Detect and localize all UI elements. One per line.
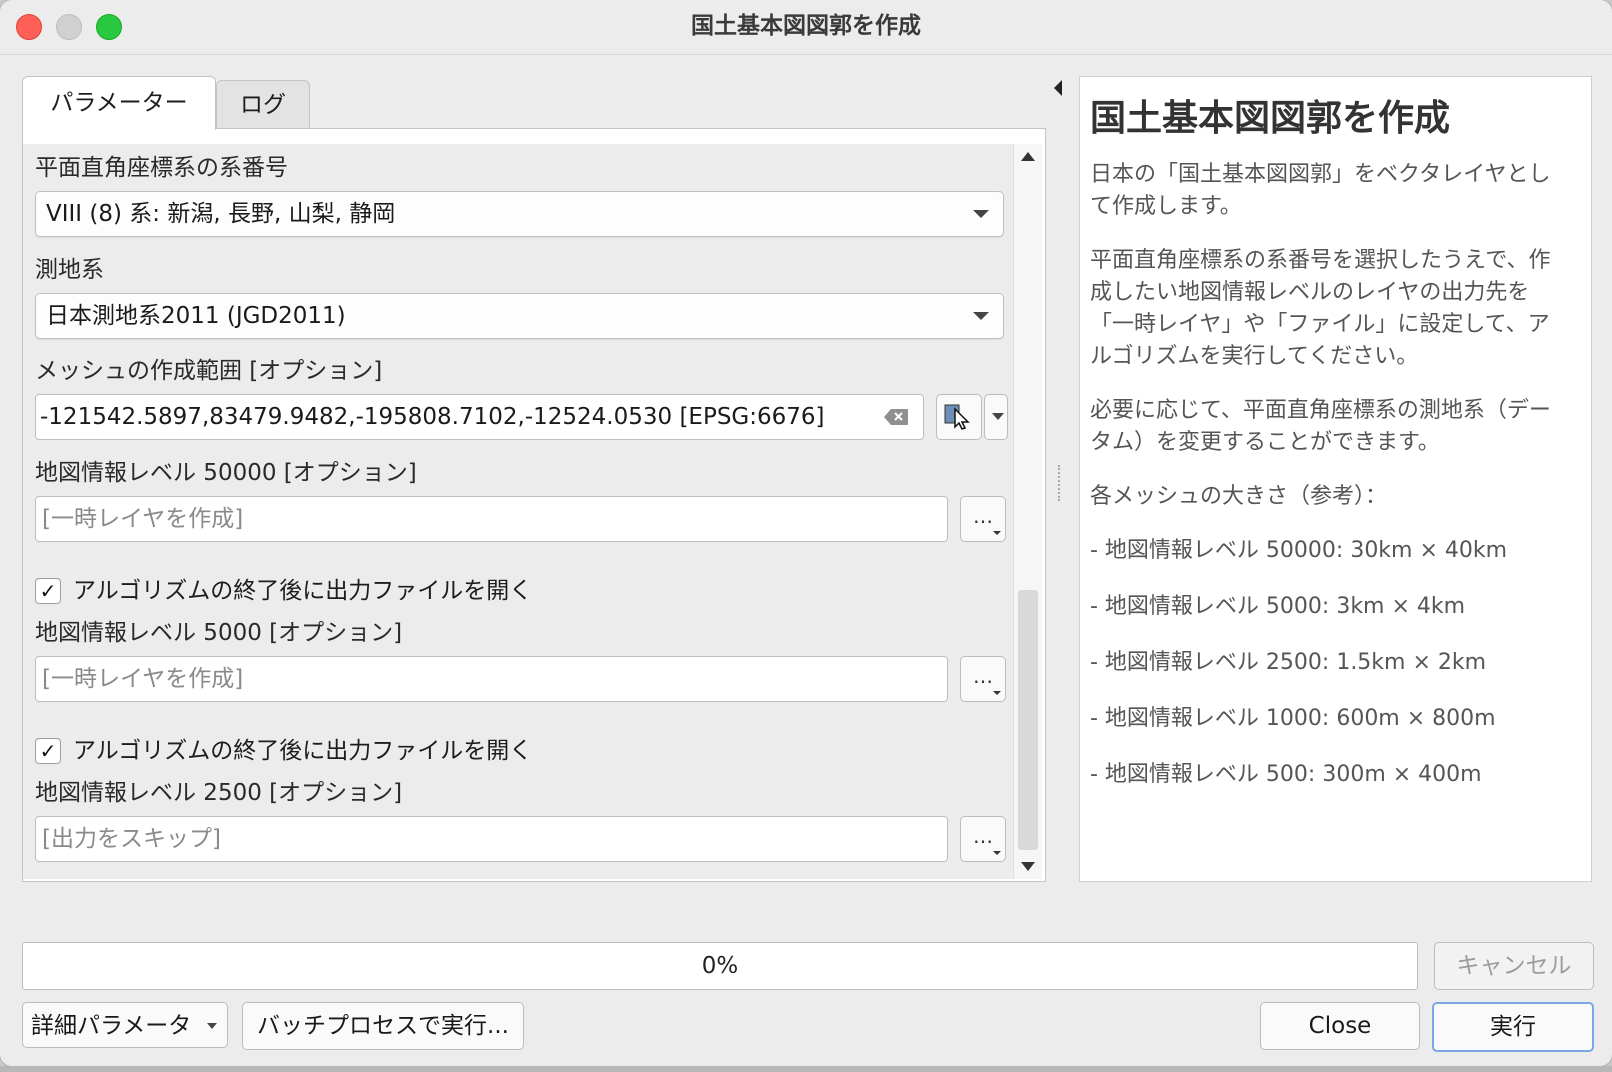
extent-options-dropdown[interactable] xyxy=(984,394,1008,440)
help-paragraph: 各メッシュの大きさ（参考）： xyxy=(1090,484,1388,509)
chevron-down-icon xyxy=(973,210,989,218)
level5000-label: 地図情報レベル 5000 [オプション] xyxy=(35,620,403,646)
chevron-down-icon xyxy=(973,312,989,320)
level2500-output-input[interactable]: [出力をスキップ] xyxy=(35,816,948,862)
level50000-placeholder: [一時レイヤを作成] xyxy=(42,506,244,532)
help-list-item: - 地図情報レベル 500: 300m × 400m xyxy=(1090,762,1482,787)
advanced-parameters-label: 詳細パラメータ xyxy=(31,1013,192,1039)
help-list-item: - 地図情報レベル 50000: 30km × 40km xyxy=(1090,538,1508,563)
level50000-open-after-label: アルゴリズムの終了後に出力ファイルを開く xyxy=(73,578,533,604)
cancel-button[interactable]: キャンセル xyxy=(1434,942,1594,990)
run-as-batch-button[interactable]: バッチプロセスで実行... xyxy=(242,1002,524,1050)
help-list-item: - 地図情報レベル 5000: 3km × 4km xyxy=(1090,594,1466,619)
crs-zone-label: 平面直角座標系の系番号 xyxy=(35,155,288,181)
ellipsis-icon: … xyxy=(973,824,993,848)
extent-input[interactable]: -121542.5897,83479.9482,-195808.7102,-12… xyxy=(35,394,924,440)
chevron-down-icon xyxy=(993,531,1001,535)
level50000-open-after-checkbox[interactable]: ✓ xyxy=(35,578,61,604)
level2500-label: 地図情報レベル 2500 [オプション] xyxy=(35,780,403,806)
collapse-help-icon[interactable] xyxy=(1054,80,1062,96)
level5000-output-input[interactable]: [一時レイヤを作成] xyxy=(35,656,948,702)
datum-label: 測地系 xyxy=(35,257,104,283)
help-paragraph: 日本の「国土基本図図郭」をベクタレイヤとして作成します。 xyxy=(1090,162,1551,219)
help-title: 国土基本図図郭を作成 xyxy=(1090,98,1451,139)
tab-log[interactable]: ログ xyxy=(216,80,310,129)
help-list-item: - 地図情報レベル 2500: 1.5km × 2km xyxy=(1090,650,1487,675)
level50000-output-input[interactable]: [一時レイヤを作成] xyxy=(35,496,948,542)
datum-value: 日本測地系2011 (JGD2011) xyxy=(46,303,346,329)
level5000-open-after-label: アルゴリズムの終了後に出力ファイルを開く xyxy=(73,738,533,764)
chevron-down-icon xyxy=(992,413,1004,420)
level5000-open-after-checkbox[interactable]: ✓ xyxy=(35,738,61,764)
extent-value: -121542.5897,83479.9482,-195808.7102,-12… xyxy=(40,404,825,430)
map-cursor-icon xyxy=(944,404,970,430)
help-list-item: - 地図情報レベル 1000: 600m × 800m xyxy=(1090,706,1496,731)
clear-icon[interactable] xyxy=(883,408,909,426)
help-panel-splitter[interactable] xyxy=(1052,80,1066,880)
level2500-placeholder: [出力をスキップ] xyxy=(42,826,221,852)
chevron-down-icon xyxy=(993,691,1001,695)
splitter-grip-icon xyxy=(1058,465,1062,501)
ellipsis-icon: … xyxy=(973,664,993,688)
parameters-scrollbar[interactable] xyxy=(1013,144,1042,879)
close-button[interactable]: Close xyxy=(1260,1002,1420,1050)
datum-select[interactable]: 日本測地系2011 (JGD2011) xyxy=(35,293,1004,339)
level50000-label: 地図情報レベル 50000 [オプション] xyxy=(35,460,417,486)
window-title: 国土基本図図郭を作成 xyxy=(691,13,921,39)
scroll-up-icon[interactable] xyxy=(1021,152,1035,161)
tab-parameters[interactable]: パラメーター xyxy=(22,76,216,130)
progress-bar: 0% xyxy=(22,942,1418,990)
run-button[interactable]: 実行 xyxy=(1432,1002,1594,1052)
advanced-parameters-button[interactable]: 詳細パラメータ xyxy=(22,1002,228,1048)
scroll-down-icon[interactable] xyxy=(1021,862,1035,871)
background-strip xyxy=(0,1066,1612,1072)
extent-label: メッシュの作成範囲 [オプション] xyxy=(35,358,383,384)
help-paragraph: 必要に応じて、平面直角座標系の測地系（データム）を変更することができます。 xyxy=(1090,398,1551,455)
ellipsis-icon: … xyxy=(973,504,993,528)
chevron-down-icon xyxy=(207,1023,217,1029)
select-extent-on-canvas-button[interactable] xyxy=(936,394,982,440)
crs-zone-select[interactable]: VIII (8) 系: 新潟, 長野, 山梨, 静岡 xyxy=(35,191,1004,237)
level5000-browse-button[interactable]: … xyxy=(960,656,1006,702)
help-panel: 国土基本図図郭を作成 日本の「国土基本図図郭」をベクタレイヤとして作成します。 … xyxy=(1079,76,1592,882)
level50000-browse-button[interactable]: … xyxy=(960,496,1006,542)
crs-zone-value: VIII (8) 系: 新潟, 長野, 山梨, 静岡 xyxy=(46,201,396,227)
level5000-placeholder: [一時レイヤを作成] xyxy=(42,666,244,692)
chevron-down-icon xyxy=(993,851,1001,855)
level2500-browse-button[interactable]: … xyxy=(960,816,1006,862)
help-paragraph: 平面直角座標系の系番号を選択したうえで、作成したい地図情報レベルのレイヤの出力先… xyxy=(1090,248,1551,369)
title-bar: 国土基本図図郭を作成 xyxy=(0,0,1612,55)
dialog-window: 国土基本図図郭を作成 パラメーター ログ 平面直角座標系の系番号 VIII (8… xyxy=(0,0,1612,1066)
scrollbar-thumb[interactable] xyxy=(1018,590,1038,850)
